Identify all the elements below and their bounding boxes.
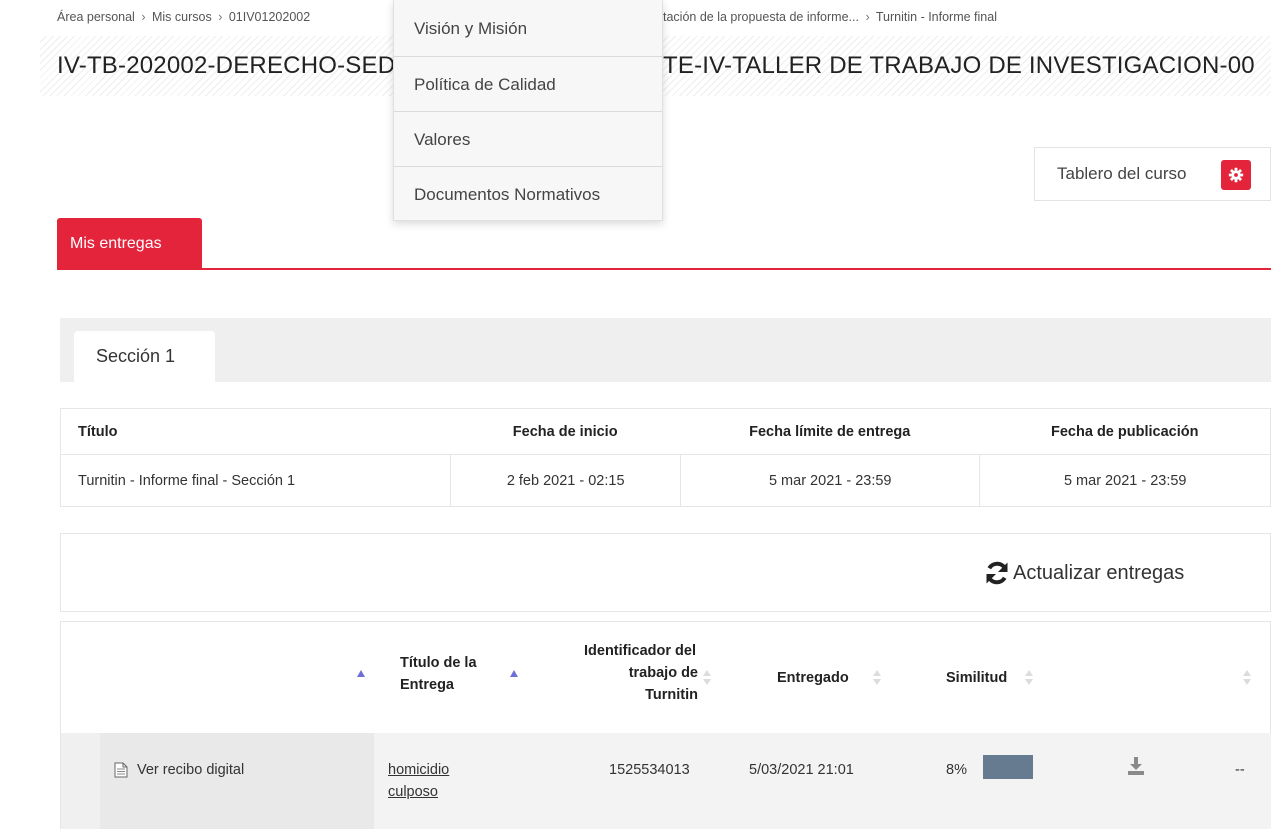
header-line: Entrega [400,677,454,693]
breadcrumb-current: Turnitin - Informe final [875,10,997,24]
cell-fecha-inicio: 2 feb 2021 - 02:15 [450,455,680,506]
submission-title-link[interactable]: homicidio culposo [388,759,449,803]
digital-receipt-label: Ver recibo digital [137,762,245,778]
tab-seccion-1[interactable]: Sección 1 [74,331,215,382]
row-cell-bg [61,733,100,829]
page-title-suffix: TE-IV-TALLER DE TRABAJO DE INVESTIGACION… [663,52,1255,79]
row-cell-bg [100,733,374,829]
digital-receipt-link[interactable]: Ver recibo digital [114,759,244,781]
header-line: Título de la [400,655,477,671]
row-cell-bg [374,733,1271,829]
menu-item-valores[interactable]: Valores [394,112,662,167]
column-header-titulo-entrega[interactable]: Título de la Entrega [400,652,477,696]
column-header-entregado[interactable]: Entregado [777,667,849,689]
institution-dropdown-menu: Visión y Misión Política de Calidad Valo… [393,0,663,221]
cell-titulo: Turnitin - Informe final - Sección 1 [78,472,296,489]
grade-value: -- [1235,762,1245,778]
section-tabs-panel [60,318,1271,382]
refresh-submissions-link[interactable]: Actualizar entregas [984,560,1184,586]
header-line: Identificador del [584,643,696,659]
breadcrumb-home[interactable]: Área personal [57,10,135,24]
similarity-bar[interactable] [983,755,1033,779]
header-line: Turnitin [645,687,698,703]
course-dashboard-label: Tablero del curso [1057,164,1187,183]
table-header-row: Título Fecha de inicio Fecha límite de e… [61,409,1270,455]
sort-icon[interactable] [703,670,711,686]
breadcrumb-course[interactable]: 01IV01202002 [229,10,310,24]
breadcrumb-tail: tación de la propuesta de informe... › T… [663,10,997,24]
page-title: IV-TB-202002-DERECHO-SED [57,52,396,79]
gear-icon[interactable] [1221,160,1251,190]
submitted-date: 5/03/2021 21:01 [749,762,854,778]
menu-item-politica-calidad[interactable]: Política de Calidad [394,57,662,112]
submission-title-line[interactable]: homicidio [388,762,449,778]
refresh-icon [986,561,1008,585]
document-icon [114,762,128,778]
refresh-label: Actualizar entregas [1013,561,1185,584]
sort-asc-icon[interactable] [357,670,365,677]
similarity-score[interactable]: 8% [946,759,967,781]
sort-icon[interactable] [1025,670,1033,686]
sort-icon[interactable] [1243,670,1251,686]
column-header-fecha-publicacion: Fecha de publicación [1051,423,1199,440]
cell-fecha-publicacion: 5 mar 2021 - 23:59 [979,455,1270,506]
breadcrumb-separator: › [218,10,223,24]
column-header-fecha-limite: Fecha límite de entrega [749,423,911,440]
sort-asc-icon[interactable] [510,670,518,677]
download-icon[interactable] [1128,757,1144,775]
paper-id: 1525534013 [609,762,690,778]
column-header-fecha-inicio: Fecha de inicio [512,423,618,440]
menu-item-documentos-normativos[interactable]: Documentos Normativos [394,167,662,222]
menu-item-vision-mision[interactable]: Visión y Misión [394,0,662,57]
breadcrumb: Área personal › Mis cursos › 01IV0120200… [57,10,310,24]
sort-icon[interactable] [873,670,881,686]
breadcrumb-separator: › [141,10,146,24]
column-header-similitud[interactable]: Similitud [946,667,1007,689]
tab-mis-entregas[interactable]: Mis entregas [57,218,202,270]
submission-title-line[interactable]: culposo [388,784,438,800]
column-header-identificador[interactable]: Identificador del trabajo de Turnitin [540,640,698,706]
breadcrumb-my-courses[interactable]: Mis cursos [152,10,212,24]
assignment-info-table: Título Fecha de inicio Fecha límite de e… [60,408,1271,507]
cell-fecha-limite: 5 mar 2021 - 23:59 [679,455,980,506]
breadcrumb-section[interactable]: tación de la propuesta de informe... [663,10,859,24]
tabs-underline [57,268,1271,270]
header-line: trabajo de [628,665,698,681]
column-header-titulo: Título [78,423,118,440]
table-row: Turnitin - Informe final - Sección 1 2 f… [61,455,1270,506]
course-dashboard-button[interactable]: Tablero del curso [1034,147,1271,201]
breadcrumb-separator: › [865,10,870,24]
